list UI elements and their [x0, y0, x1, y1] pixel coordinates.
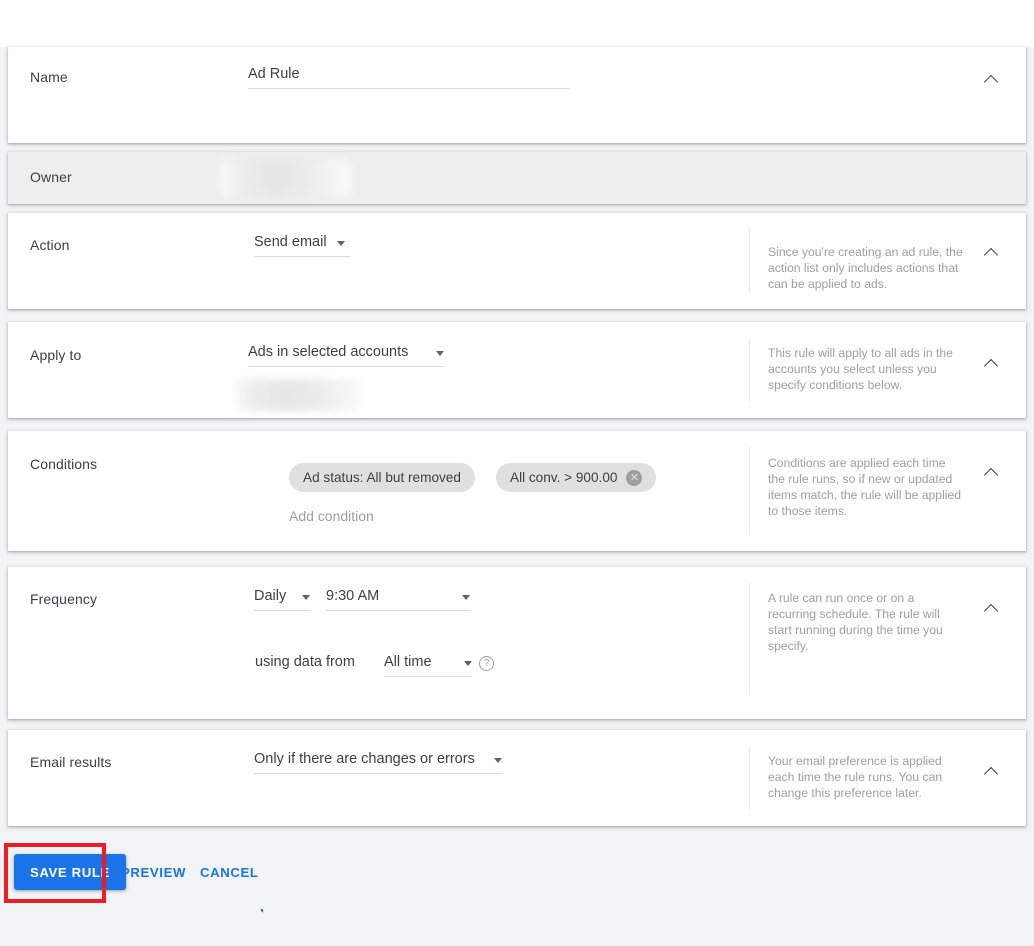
condition-chip-0-label: Ad status: All but removed	[303, 470, 461, 485]
action-helper-divider	[749, 229, 750, 293]
frequency-time-select[interactable]: 9:30 AM	[326, 587, 470, 611]
email-results-select[interactable]: Only if there are changes or errors	[254, 750, 502, 774]
section-name: Name Ad Rule	[8, 47, 1026, 143]
apply-to-select[interactable]: Ads in selected accounts	[248, 343, 444, 367]
frequency-helper-divider	[749, 583, 750, 695]
condition-chip-1-label: All conv. > 900.00	[510, 470, 618, 485]
chevron-up-icon-conditions[interactable]	[982, 463, 1002, 483]
section-apply-to: Apply to Ads in selected accounts This r…	[8, 322, 1026, 418]
preview-button[interactable]: PREVIEW	[113, 854, 194, 890]
section-owner: Owner	[8, 152, 1026, 204]
action-label: Action	[30, 237, 70, 253]
chevron-up-icon-apply-to[interactable]	[982, 354, 1002, 374]
email-results-helper-divider	[749, 746, 750, 810]
frequency-interval-select[interactable]: Daily	[254, 587, 310, 611]
apply-to-helper-divider	[749, 338, 750, 402]
caret-down-icon-apply-to	[436, 351, 444, 356]
ad-rule-editor-page: Name Ad Rule Owner Action Send email Sin…	[0, 0, 1034, 946]
rule-name-input[interactable]: Ad Rule	[248, 65, 570, 89]
frequency-label: Frequency	[30, 591, 98, 607]
chevron-up-icon-email-results[interactable]	[982, 762, 1002, 782]
apply-to-value: Ads in selected accounts	[248, 344, 409, 360]
section-action: Action Send email Since you're creating …	[8, 213, 1026, 309]
owner-value-redacted	[222, 160, 352, 196]
email-results-helper-text: Your email preference is applied each ti…	[768, 754, 943, 800]
condition-chip-0[interactable]: Ad status: All but removed	[289, 463, 475, 492]
condition-chip-1[interactable]: All conv. > 900.00 ✕	[496, 463, 657, 492]
action-helper-text: Since you're creating an ad rule, the ac…	[768, 245, 963, 291]
chevron-up-icon-name[interactable]	[982, 70, 1002, 90]
chevron-up-icon-action[interactable]	[982, 243, 1002, 263]
cancel-button[interactable]: CANCEL	[192, 854, 267, 890]
frequency-interval-value: Daily	[254, 588, 287, 604]
owner-label: Owner	[30, 169, 72, 185]
apply-to-helper-text: This rule will apply to all ads in the a…	[768, 346, 953, 392]
save-rule-button[interactable]: SAVE RULE	[14, 854, 126, 890]
add-condition-link[interactable]: Add condition	[289, 508, 374, 524]
section-email-results: Email results Only if there are changes …	[8, 730, 1026, 826]
action-select[interactable]: Send email	[254, 233, 350, 257]
chevron-up-icon-frequency[interactable]	[982, 599, 1002, 619]
frequency-helper-text: A rule can run once or on a recurring sc…	[768, 591, 943, 653]
caret-down-icon-action	[336, 241, 345, 246]
rule-name-value: Ad Rule	[248, 66, 300, 82]
conditions-label: Conditions	[30, 456, 98, 472]
using-data-from-label: using data from	[255, 654, 355, 670]
help-circle-icon-data-range[interactable]: ?	[479, 656, 494, 671]
conditions-helper-text: Conditions are applied each time the rul…	[768, 456, 962, 518]
data-range-value: All time	[384, 654, 432, 670]
section-conditions: Conditions Ad status: All but removed Al…	[8, 431, 1026, 913]
close-circle-icon-condition-1[interactable]: ✕	[626, 469, 643, 486]
email-results-value: Only if there are changes or errors	[254, 751, 475, 767]
email-results-label: Email results	[30, 754, 112, 770]
data-range-select[interactable]: All time	[384, 653, 472, 677]
caret-down-icon-data-range	[464, 661, 472, 666]
apply-to-label: Apply to	[30, 347, 82, 363]
selected-account-redacted	[234, 379, 362, 411]
conditions-helper-divider	[749, 447, 750, 535]
name-label: Name	[30, 69, 68, 85]
frequency-time-value: 9:30 AM	[326, 588, 380, 604]
action-value: Send email	[254, 234, 327, 250]
section-frequency: Frequency Daily 9:30 AM using data from …	[8, 567, 1026, 719]
caret-down-icon-frequency-interval	[302, 595, 310, 600]
caret-down-icon-frequency-time	[462, 595, 470, 600]
caret-down-icon-email-results	[494, 758, 502, 763]
